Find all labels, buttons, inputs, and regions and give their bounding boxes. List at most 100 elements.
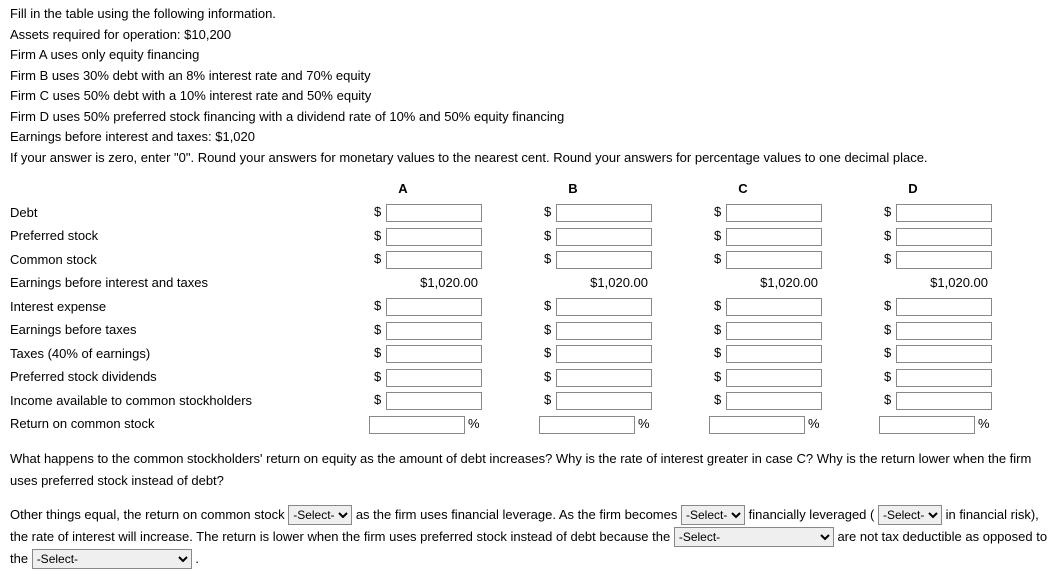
currency-symbol: $ xyxy=(714,390,726,410)
roe-input-b[interactable] xyxy=(539,416,635,434)
currency-symbol: $ xyxy=(544,343,556,363)
table-row: Preferred stock dividends $ $ $ $ xyxy=(10,365,998,389)
percent-symbol: % xyxy=(975,414,992,434)
inc-input-b[interactable] xyxy=(556,392,652,410)
currency-symbol: $ xyxy=(374,202,386,222)
currency-symbol: $ xyxy=(714,367,726,387)
roe-input-d[interactable] xyxy=(879,416,975,434)
pdiv-input-d[interactable] xyxy=(896,369,992,387)
percent-symbol: % xyxy=(805,414,822,434)
question-paragraph: What happens to the common stockholders'… xyxy=(10,448,1048,492)
tax-input-d[interactable] xyxy=(896,345,992,363)
row-label-tax: Taxes (40% of earnings) xyxy=(10,342,318,366)
currency-symbol: $ xyxy=(884,296,896,316)
currency-symbol: $ xyxy=(884,320,896,340)
currency-symbol: $ xyxy=(374,367,386,387)
table-row: Income available to common stockholders … xyxy=(10,389,998,413)
iexp-input-b[interactable] xyxy=(556,298,652,316)
select-5[interactable]: -Select- xyxy=(32,549,192,569)
pref-input-b[interactable] xyxy=(556,228,652,246)
col-header-c: C xyxy=(658,177,828,201)
inc-input-c[interactable] xyxy=(726,392,822,410)
tax-input-a[interactable] xyxy=(386,345,482,363)
answer-paragraph: Other things equal, the return on common… xyxy=(10,504,1048,570)
roe-input-c[interactable] xyxy=(709,416,805,434)
answer-text: financially leveraged ( xyxy=(749,507,875,522)
iexp-input-c[interactable] xyxy=(726,298,822,316)
currency-symbol: $ xyxy=(544,320,556,340)
select-3[interactable]: -Select- xyxy=(878,505,942,525)
table-row: Return on common stock % % % % xyxy=(10,412,998,436)
roe-input-a[interactable] xyxy=(369,416,465,434)
tax-input-b[interactable] xyxy=(556,345,652,363)
iexp-input-a[interactable] xyxy=(386,298,482,316)
pref-input-c[interactable] xyxy=(726,228,822,246)
table-row: Preferred stock $ $ $ $ xyxy=(10,224,998,248)
intro-line: If your answer is zero, enter "0". Round… xyxy=(10,148,1048,168)
select-1[interactable]: -Select- xyxy=(288,505,352,525)
inc-input-a[interactable] xyxy=(386,392,482,410)
row-label-inc: Income available to common stockholders xyxy=(10,389,318,413)
common-input-b[interactable] xyxy=(556,251,652,269)
intro-block: Fill in the table using the following in… xyxy=(10,4,1048,167)
table-row: Common stock $ $ $ $ xyxy=(10,248,998,272)
currency-symbol: $ xyxy=(374,390,386,410)
currency-symbol: $ xyxy=(374,249,386,269)
pdiv-input-c[interactable] xyxy=(726,369,822,387)
answer-text: Other things equal, the return on common… xyxy=(10,507,288,522)
debt-input-a[interactable] xyxy=(386,204,482,222)
select-2[interactable]: -Select- xyxy=(681,505,745,525)
row-label-iexp: Interest expense xyxy=(10,295,318,319)
currency-symbol: $ xyxy=(884,202,896,222)
pdiv-input-b[interactable] xyxy=(556,369,652,387)
ebt-input-d[interactable] xyxy=(896,322,992,340)
ebt-input-c[interactable] xyxy=(726,322,822,340)
table-row: Earnings before taxes $ $ $ $ xyxy=(10,318,998,342)
finance-table: A B C D Debt $ $ $ $ Preferred stock $ $… xyxy=(10,177,998,436)
common-input-a[interactable] xyxy=(386,251,482,269)
currency-symbol: $ xyxy=(544,202,556,222)
answer-text: as the firm uses financial leverage. As … xyxy=(356,507,681,522)
ebit-value-b: $1,020.00 xyxy=(538,273,652,293)
intro-line: Assets required for operation: $10,200 xyxy=(10,25,1048,45)
row-label-pref: Preferred stock xyxy=(10,224,318,248)
currency-symbol: $ xyxy=(884,343,896,363)
common-input-d[interactable] xyxy=(896,251,992,269)
pref-input-d[interactable] xyxy=(896,228,992,246)
table-row: Earnings before interest and taxes $1,02… xyxy=(10,271,998,295)
ebt-input-a[interactable] xyxy=(386,322,482,340)
tax-input-c[interactable] xyxy=(726,345,822,363)
currency-symbol: $ xyxy=(544,226,556,246)
row-label-ebit: Earnings before interest and taxes xyxy=(10,271,318,295)
inc-input-d[interactable] xyxy=(896,392,992,410)
debt-input-b[interactable] xyxy=(556,204,652,222)
common-input-c[interactable] xyxy=(726,251,822,269)
col-header-d: D xyxy=(828,177,998,201)
currency-symbol: $ xyxy=(374,226,386,246)
pref-input-a[interactable] xyxy=(386,228,482,246)
debt-input-d[interactable] xyxy=(896,204,992,222)
intro-line: Earnings before interest and taxes: $1,0… xyxy=(10,127,1048,147)
row-label-debt: Debt xyxy=(10,201,318,225)
currency-symbol: $ xyxy=(884,249,896,269)
currency-symbol: $ xyxy=(544,249,556,269)
currency-symbol: $ xyxy=(884,390,896,410)
answer-text: . xyxy=(195,551,199,566)
pdiv-input-a[interactable] xyxy=(386,369,482,387)
currency-symbol: $ xyxy=(884,367,896,387)
debt-input-c[interactable] xyxy=(726,204,822,222)
row-label-roe: Return on common stock xyxy=(10,412,318,436)
select-4[interactable]: -Select- xyxy=(674,527,834,547)
currency-symbol: $ xyxy=(714,296,726,316)
currency-symbol: $ xyxy=(714,202,726,222)
percent-symbol: % xyxy=(465,414,482,434)
ebt-input-b[interactable] xyxy=(556,322,652,340)
currency-symbol: $ xyxy=(714,320,726,340)
currency-symbol: $ xyxy=(544,296,556,316)
intro-line: Firm A uses only equity financing xyxy=(10,45,1048,65)
iexp-input-d[interactable] xyxy=(896,298,992,316)
intro-line: Firm D uses 50% preferred stock financin… xyxy=(10,107,1048,127)
currency-symbol: $ xyxy=(374,343,386,363)
row-label-common: Common stock xyxy=(10,248,318,272)
col-header-b: B xyxy=(488,177,658,201)
